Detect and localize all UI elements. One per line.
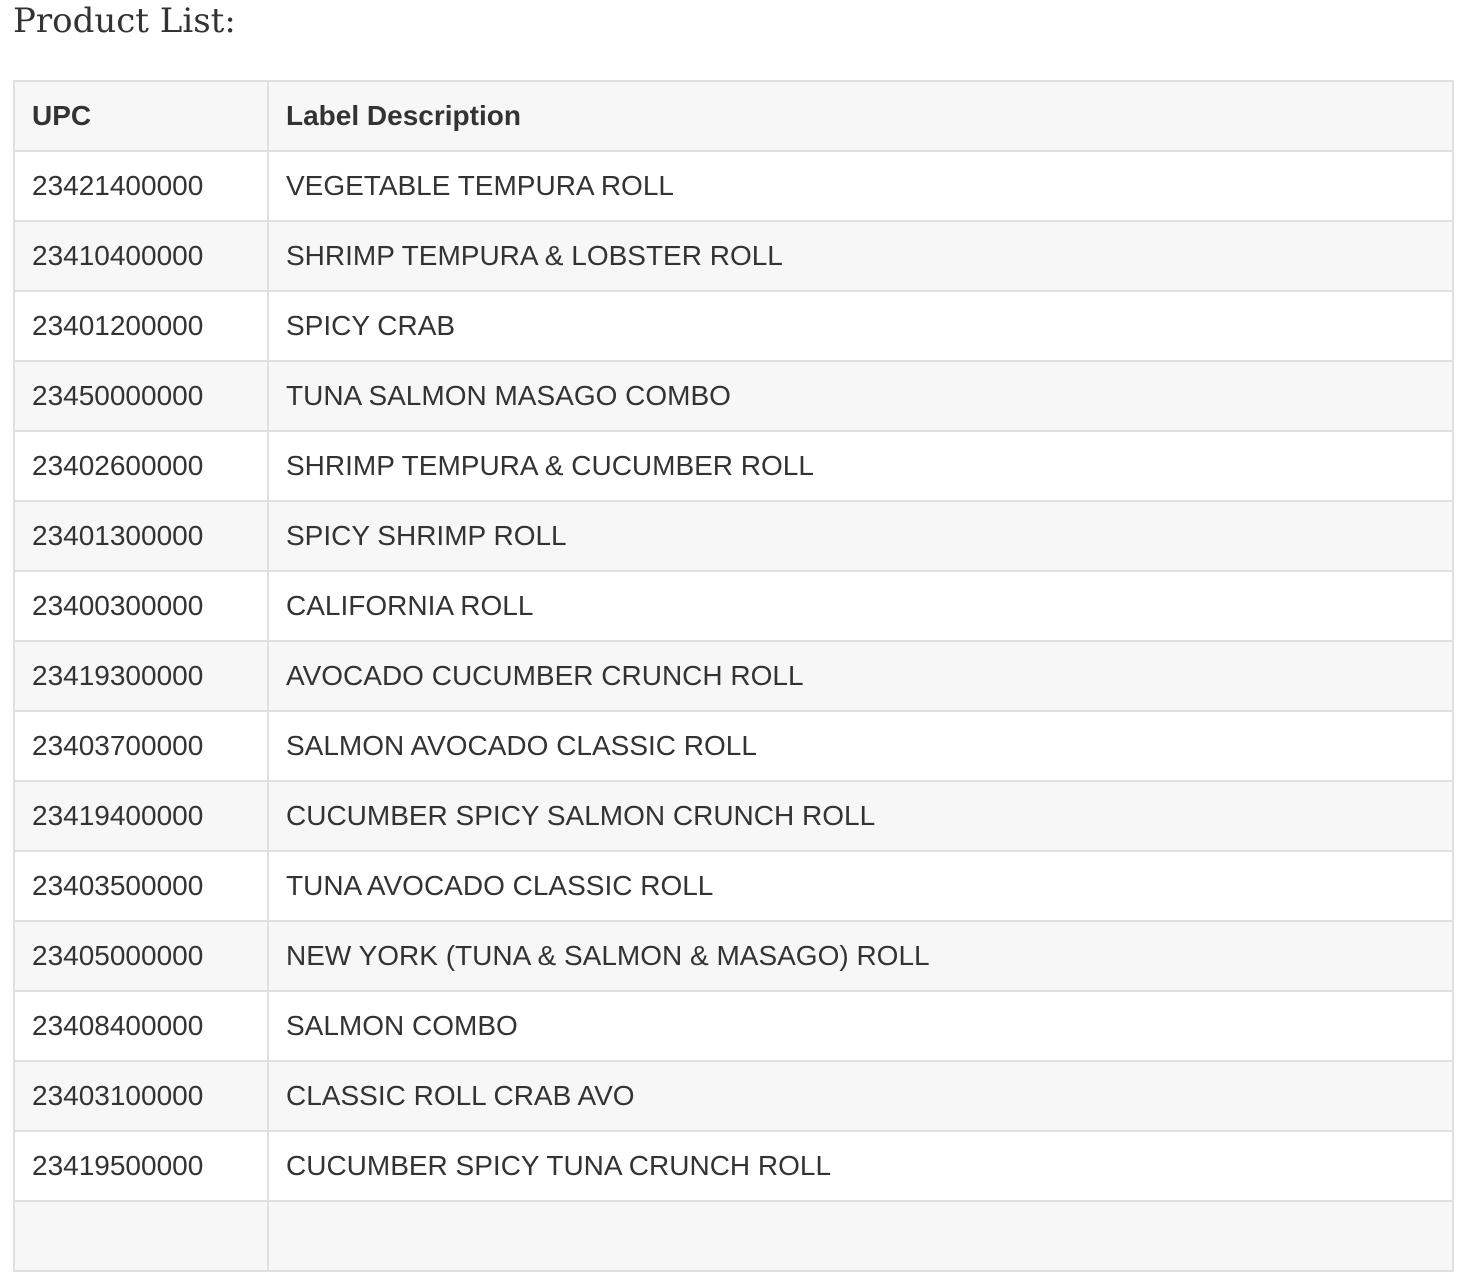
description-cell: NEW YORK (TUNA & SALMON & MASAGO) ROLL — [267, 920, 1454, 992]
upc-cell: 23410400000 — [13, 220, 269, 292]
upc-cell: 23403700000 — [13, 710, 269, 782]
upc-cell: 23419500000 — [13, 1130, 269, 1202]
table-row: 23450000000 TUNA SALMON MASAGO COMBO — [13, 360, 1454, 432]
table-row: 23403100000 CLASSIC ROLL CRAB AVO — [13, 1060, 1454, 1132]
upc-cell: 23401300000 — [13, 500, 269, 572]
upc-cell: 23408400000 — [13, 990, 269, 1062]
description-cell: SALMON AVOCADO CLASSIC ROLL — [267, 710, 1454, 782]
description-cell: SHRIMP TEMPURA & CUCUMBER ROLL — [267, 430, 1454, 502]
description-cell: SPICY SHRIMP ROLL — [267, 500, 1454, 572]
upc-cell: 23421400000 — [13, 150, 269, 222]
description-cell: CUCUMBER SPICY TUNA CRUNCH ROLL — [267, 1130, 1454, 1202]
upc-cell — [13, 1200, 269, 1272]
upc-cell: 23450000000 — [13, 360, 269, 432]
table-row: 23400300000 CALIFORNIA ROLL — [13, 570, 1454, 642]
table-row: 23419500000 CUCUMBER SPICY TUNA CRUNCH R… — [13, 1130, 1454, 1202]
table-body: 23421400000 VEGETABLE TEMPURA ROLL 23410… — [13, 150, 1454, 1272]
description-cell: CALIFORNIA ROLL — [267, 570, 1454, 642]
upc-cell: 23405000000 — [13, 920, 269, 992]
table-row: 23405000000 NEW YORK (TUNA & SALMON & MA… — [13, 920, 1454, 992]
upc-cell: 23400300000 — [13, 570, 269, 642]
description-cell: TUNA SALMON MASAGO COMBO — [267, 360, 1454, 432]
column-header-upc: UPC — [13, 80, 269, 152]
description-cell: SPICY CRAB — [267, 290, 1454, 362]
table-row: 23421400000 VEGETABLE TEMPURA ROLL — [13, 150, 1454, 222]
table-row: 23410400000 SHRIMP TEMPURA & LOBSTER ROL… — [13, 220, 1454, 292]
upc-cell: 23403500000 — [13, 850, 269, 922]
description-cell: CLASSIC ROLL CRAB AVO — [267, 1060, 1454, 1132]
product-table-container: UPC Label Description 23421400000 VEGETA… — [13, 80, 1454, 1272]
table-row: 23403700000 SALMON AVOCADO CLASSIC ROLL — [13, 710, 1454, 782]
description-cell: VEGETABLE TEMPURA ROLL — [267, 150, 1454, 222]
upc-cell: 23402600000 — [13, 430, 269, 502]
table-row: 23419400000 CUCUMBER SPICY SALMON CRUNCH… — [13, 780, 1454, 852]
table-row: 23419300000 AVOCADO CUCUMBER CRUNCH ROLL — [13, 640, 1454, 712]
table-row: 23401300000 SPICY SHRIMP ROLL — [13, 500, 1454, 572]
product-table: UPC Label Description 23421400000 VEGETA… — [13, 80, 1454, 1272]
table-row — [13, 1200, 1454, 1272]
description-cell: AVOCADO CUCUMBER CRUNCH ROLL — [267, 640, 1454, 712]
description-cell: CUCUMBER SPICY SALMON CRUNCH ROLL — [267, 780, 1454, 852]
description-cell: SALMON COMBO — [267, 990, 1454, 1062]
table-row: 23402600000 SHRIMP TEMPURA & CUCUMBER RO… — [13, 430, 1454, 502]
table-row: 23401200000 SPICY CRAB — [13, 290, 1454, 362]
upc-cell: 23419400000 — [13, 780, 269, 852]
description-cell: SHRIMP TEMPURA & LOBSTER ROLL — [267, 220, 1454, 292]
description-cell: TUNA AVOCADO CLASSIC ROLL — [267, 850, 1454, 922]
upc-cell: 23401200000 — [13, 290, 269, 362]
table-row: 23403500000 TUNA AVOCADO CLASSIC ROLL — [13, 850, 1454, 922]
table-header-row: UPC Label Description — [13, 80, 1454, 152]
column-header-description: Label Description — [267, 80, 1454, 152]
upc-cell: 23419300000 — [13, 640, 269, 712]
description-cell — [267, 1200, 1454, 1272]
page-title: Product List: — [13, 1, 236, 41]
table-row: 23408400000 SALMON COMBO — [13, 990, 1454, 1062]
upc-cell: 23403100000 — [13, 1060, 269, 1132]
